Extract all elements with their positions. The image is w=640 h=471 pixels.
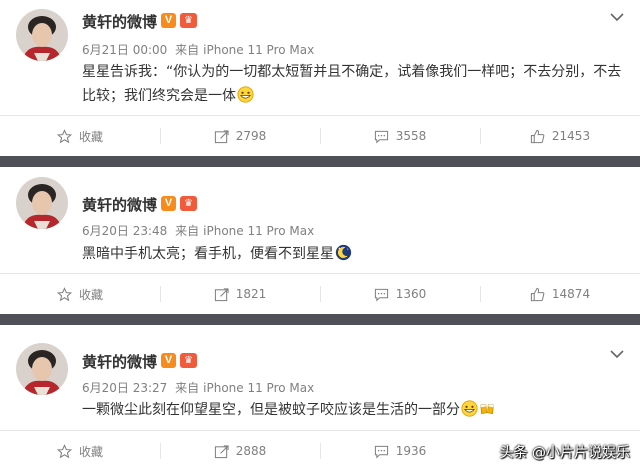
star-icon xyxy=(56,128,72,143)
post-meta: 6月21日 00:00 来自 iPhone 11 Pro Max xyxy=(82,41,318,58)
post-content: 黑暗中手机太亮；看手机，便看不到星星 xyxy=(82,242,622,266)
user-name[interactable]: 黄轩的微博 xyxy=(82,194,157,215)
favorite-label: 收藏 xyxy=(78,444,103,459)
source-prefix: 来自 xyxy=(175,43,200,57)
post-meta: 6月20日 23:48 来自 iPhone 11 Pro Max xyxy=(82,222,318,239)
repost-button[interactable]: 2888 xyxy=(160,431,320,471)
verified-badge-icon: V xyxy=(161,13,176,28)
post-text: 黑暗中手机太亮；看手机，便看不到星星 xyxy=(82,246,334,262)
repost-icon xyxy=(214,287,229,301)
grin-emoji-icon xyxy=(461,400,478,417)
comment-button[interactable]: 3558 xyxy=(320,116,480,156)
star-icon xyxy=(56,443,72,458)
post-meta: 6月20日 23:27 来自 iPhone 11 Pro Max xyxy=(82,379,318,396)
comment-count: 3558 xyxy=(395,129,427,143)
comment-icon xyxy=(374,445,388,458)
avatar[interactable] xyxy=(16,343,68,395)
repost-count: 1821 xyxy=(235,287,267,301)
favorite-label: 收藏 xyxy=(78,287,103,302)
favorite-button[interactable]: 收藏 xyxy=(0,431,160,471)
weibo-post-2: 黄轩的微博 V ♛ 6月20日 23:48 来自 iPhone 11 Pro Ma… xyxy=(0,167,640,314)
comment-button[interactable]: 1936 xyxy=(320,431,480,471)
verified-badge-icon: V xyxy=(161,353,176,368)
post-time[interactable]: 6月21日 00:00 xyxy=(82,43,167,57)
repost-count: 2798 xyxy=(235,129,267,143)
post-source: iPhone 11 Pro Max xyxy=(203,381,315,395)
member-badge-icon: ♛ xyxy=(180,196,197,211)
comment-icon xyxy=(374,130,388,143)
source-prefix: 来自 xyxy=(175,224,200,238)
like-button[interactable]: 14874 xyxy=(480,274,640,314)
repost-button[interactable]: 2798 xyxy=(160,116,320,156)
source-prefix: 来自 xyxy=(175,381,200,395)
comment-icon xyxy=(374,288,388,301)
favorite-button[interactable]: 收藏 xyxy=(0,116,160,156)
verified-badge-icon: V xyxy=(161,196,176,211)
thumbs-up-icon xyxy=(530,287,545,301)
repost-count: 2888 xyxy=(235,444,267,458)
post-time[interactable]: 6月20日 23:27 xyxy=(82,381,167,395)
post-separator xyxy=(0,314,640,325)
favorite-button[interactable]: 收藏 xyxy=(0,274,160,314)
member-badge-icon: ♛ xyxy=(180,13,197,28)
like-button[interactable]: 21453 xyxy=(480,116,640,156)
post-source: iPhone 11 Pro Max xyxy=(203,224,315,238)
cheers-emoji-icon xyxy=(480,403,494,414)
repost-icon xyxy=(214,444,229,458)
post-content: 星星告诉我：“你认为的一切都太短暂并且不确定，试着像我们一样吧；不去分别，不去比… xyxy=(82,60,622,108)
post-content: 一颗微尘此刻在仰望星空，但是被蚊子咬应该是生活的一部分 xyxy=(82,398,622,422)
star-icon xyxy=(56,286,72,301)
post-text: 星星告诉我：“你认为的一切都太短暂并且不确定，试着像我们一样吧；不去分别，不去比… xyxy=(82,64,622,104)
post-text: 一颗微尘此刻在仰望星空，但是被蚊子咬应该是生活的一部分 xyxy=(82,402,460,418)
avatar[interactable] xyxy=(16,177,68,229)
weibo-post-1: 黄轩的微博 V ♛ 6月21日 00:00 来自 iPhone 11 Pro Ma… xyxy=(0,0,640,156)
user-name[interactable]: 黄轩的微博 xyxy=(82,351,157,372)
member-badge-icon: ♛ xyxy=(180,353,197,368)
repost-icon xyxy=(214,129,229,143)
comment-count: 1936 xyxy=(395,444,427,458)
user-name[interactable]: 黄轩的微博 xyxy=(82,11,157,32)
post-time[interactable]: 6月20日 23:48 xyxy=(82,224,167,238)
post-separator xyxy=(0,156,640,167)
like-count: 21453 xyxy=(551,129,591,143)
action-bar: 收藏 1821 1360 14874 xyxy=(0,273,640,314)
like-count: 14874 xyxy=(551,287,591,301)
comment-count: 1360 xyxy=(395,287,427,301)
chevron-down-icon[interactable] xyxy=(610,12,624,22)
comment-button[interactable]: 1360 xyxy=(320,274,480,314)
action-bar: 收藏 2798 3558 21453 xyxy=(0,115,640,156)
chevron-down-icon[interactable] xyxy=(610,349,624,359)
favorite-label: 收藏 xyxy=(78,129,103,144)
repost-button[interactable]: 1821 xyxy=(160,274,320,314)
grin-emoji-icon xyxy=(237,86,254,103)
watermark: 头条 @小片片说娱乐 xyxy=(499,445,630,461)
post-source: iPhone 11 Pro Max xyxy=(203,43,315,57)
moon-emoji-icon xyxy=(335,244,352,261)
avatar[interactable] xyxy=(16,9,68,61)
thumbs-up-icon xyxy=(530,129,545,143)
